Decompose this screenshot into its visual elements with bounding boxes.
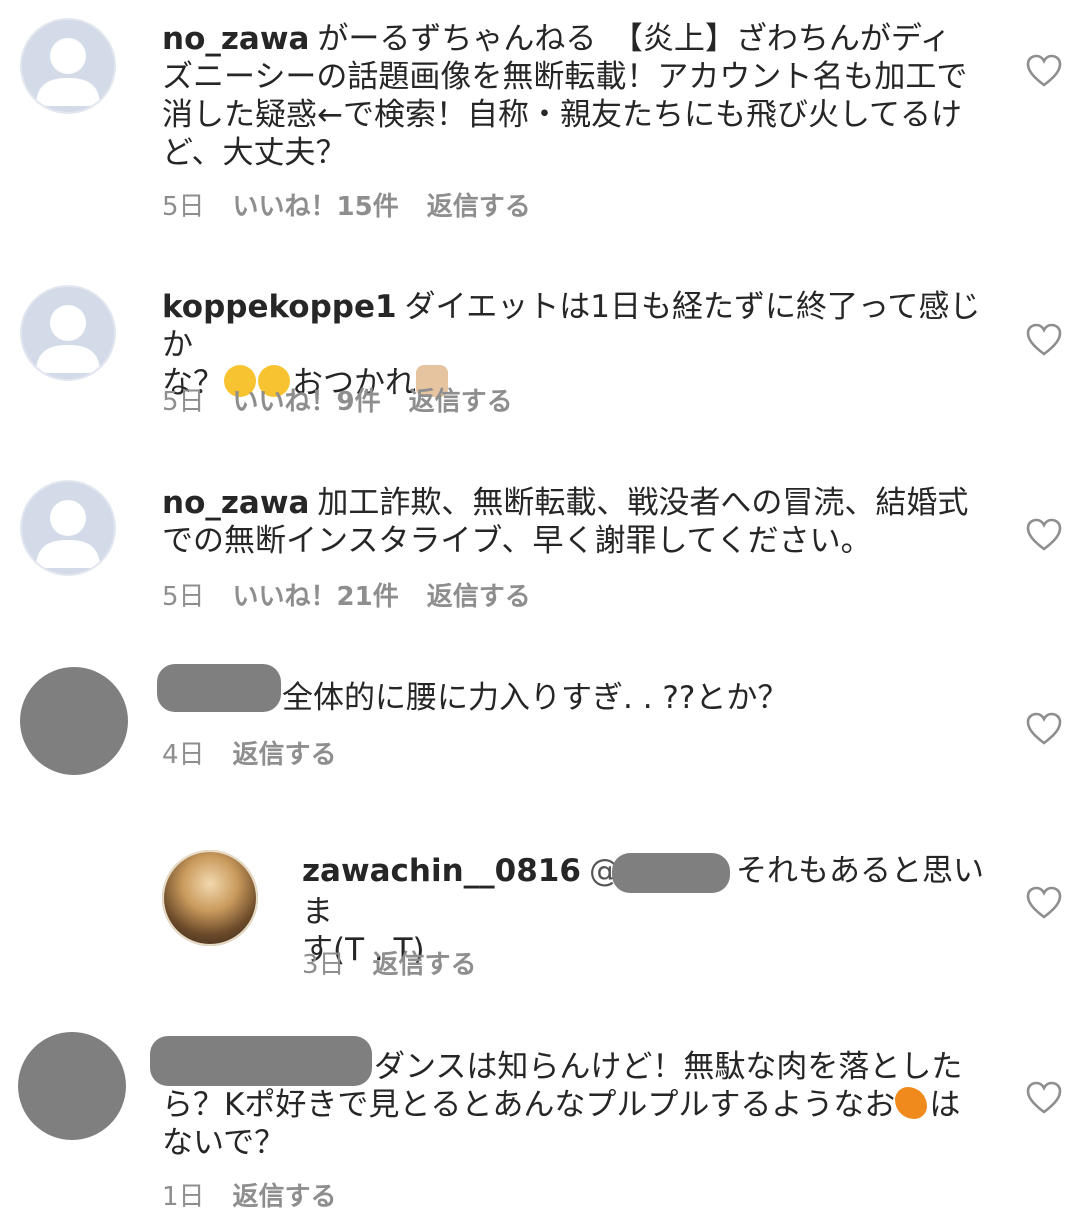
likes-count[interactable]: いいね！15件 bbox=[233, 192, 399, 222]
avatar[interactable] bbox=[20, 18, 116, 114]
avatar[interactable] bbox=[20, 667, 128, 775]
reply-button[interactable]: 返信する bbox=[427, 192, 531, 222]
heart-icon[interactable] bbox=[1026, 712, 1062, 746]
candy-icon bbox=[895, 1087, 928, 1119]
default-user-icon bbox=[36, 38, 100, 106]
likes-count[interactable]: いいね！21件 bbox=[233, 582, 399, 612]
reply-button[interactable]: 返信する bbox=[233, 1182, 337, 1212]
avatar[interactable] bbox=[20, 285, 116, 381]
mention[interactable]: @ bbox=[589, 852, 736, 893]
avatar[interactable] bbox=[18, 1032, 126, 1140]
heart-icon[interactable] bbox=[1026, 1081, 1062, 1115]
avatar[interactable] bbox=[162, 850, 258, 946]
comment-meta: 5日 いいね！21件 返信する bbox=[162, 576, 559, 613]
comment-time: 3日 bbox=[302, 950, 345, 980]
heart-icon[interactable] bbox=[1026, 54, 1062, 88]
avatar[interactable] bbox=[20, 480, 116, 576]
reply-button[interactable]: 返信する bbox=[409, 387, 513, 417]
comment-time: 5日 bbox=[162, 192, 205, 222]
heart-icon[interactable] bbox=[1026, 518, 1062, 552]
comment-username[interactable]: no_zawa bbox=[162, 485, 309, 521]
redacted-username bbox=[157, 664, 281, 712]
comment-meta: 5日 いいね！9件 返信する bbox=[162, 381, 541, 418]
comment-meta: 4日 返信する bbox=[162, 734, 365, 771]
comment-username[interactable]: koppekoppe1 bbox=[162, 289, 397, 325]
default-user-icon bbox=[36, 305, 100, 373]
heart-icon[interactable] bbox=[1026, 323, 1062, 357]
comment-text: ダンスは知らんけど！無駄な肉を落とした ら？Kポ好きで見とるとあんなプルプルする… bbox=[162, 1049, 963, 1161]
comment-meta: 3日 返信する bbox=[302, 944, 505, 981]
redacted-username bbox=[611, 852, 730, 893]
likes-count[interactable]: いいね！9件 bbox=[233, 387, 381, 417]
comment-meta: 1日 返信する bbox=[162, 1176, 365, 1213]
reply-button[interactable]: 返信する bbox=[373, 950, 477, 980]
reply-button[interactable]: 返信する bbox=[233, 740, 337, 770]
comment-time: 4日 bbox=[162, 740, 205, 770]
comment-username[interactable]: zawachin__0816 bbox=[302, 853, 581, 889]
comment-text: no_zawa 加工詐欺、無断転載、戦没者への冒涜、結婚式 での無断インスタライブ… bbox=[162, 485, 969, 559]
reply-button[interactable]: 返信する bbox=[427, 582, 531, 612]
comment-meta: 5日 いいね！15件 返信する bbox=[162, 186, 559, 223]
comment-text: no_zawa がーるずちゃんねる 【炎上】ざわちんがディ ズニーシーの話題画像を… bbox=[162, 21, 968, 171]
comment-username[interactable]: no_zawa bbox=[162, 21, 309, 57]
heart-icon[interactable] bbox=[1026, 886, 1062, 920]
comment-text: 全体的に腰に力入りすぎ. . ??とか？ bbox=[282, 680, 789, 716]
comment-time: 5日 bbox=[162, 582, 205, 612]
comment-time: 1日 bbox=[162, 1182, 205, 1212]
comment-time: 5日 bbox=[162, 387, 205, 417]
default-user-icon bbox=[36, 500, 100, 568]
